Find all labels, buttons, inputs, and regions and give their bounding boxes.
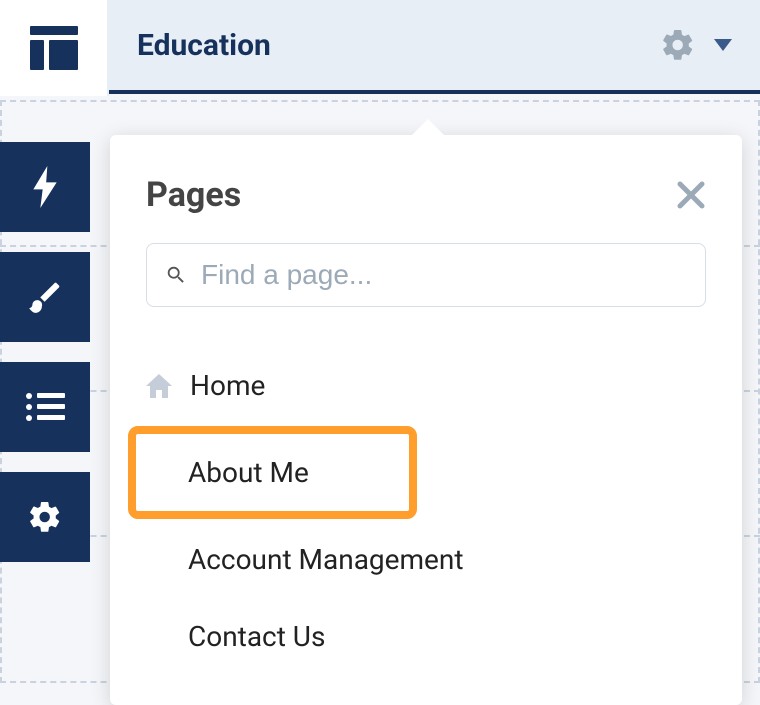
close-button[interactable] bbox=[676, 180, 706, 210]
page-list: Home About Me Account Management Contact… bbox=[110, 347, 742, 675]
caret-down-icon bbox=[714, 39, 732, 51]
search-input[interactable] bbox=[201, 259, 687, 291]
page-item-home[interactable]: Home bbox=[146, 347, 706, 424]
close-icon bbox=[676, 180, 706, 210]
popover-title: Pages bbox=[146, 175, 241, 215]
brush-icon bbox=[26, 278, 64, 316]
layout-icon bbox=[30, 26, 78, 70]
page-item-label: Account Management bbox=[188, 543, 464, 576]
page-title: Education bbox=[137, 28, 271, 63]
dropdown-button[interactable] bbox=[714, 39, 732, 51]
settings-button[interactable] bbox=[660, 27, 696, 63]
sidebar-components-button[interactable] bbox=[0, 142, 90, 232]
search-icon bbox=[165, 264, 187, 286]
sidebar-settings-button[interactable] bbox=[0, 472, 90, 562]
sidebar bbox=[0, 142, 90, 562]
search-box[interactable] bbox=[146, 243, 706, 307]
lightning-icon bbox=[31, 166, 59, 208]
header-bar: Education bbox=[0, 0, 760, 96]
gear-icon bbox=[660, 27, 696, 63]
sidebar-theme-button[interactable] bbox=[0, 252, 90, 342]
list-icon bbox=[25, 392, 65, 422]
search-container bbox=[110, 243, 742, 347]
header-actions bbox=[660, 27, 732, 63]
page-item-contact[interactable]: Contact Us bbox=[146, 598, 706, 675]
pages-popover: Pages Home About Me Account Management bbox=[110, 135, 742, 705]
gear-icon bbox=[27, 499, 63, 535]
header-title-cell: Education bbox=[109, 0, 760, 94]
page-item-label: Contact Us bbox=[188, 620, 325, 653]
sidebar-pages-button[interactable] bbox=[0, 362, 90, 452]
app-logo-cell[interactable] bbox=[0, 0, 109, 96]
page-item-account[interactable]: Account Management bbox=[146, 521, 706, 598]
page-item-label: About Me bbox=[188, 456, 309, 489]
home-icon bbox=[146, 374, 172, 398]
page-item-about[interactable]: About Me bbox=[136, 434, 409, 511]
popover-header: Pages bbox=[110, 135, 742, 243]
page-item-label: Home bbox=[190, 369, 265, 402]
